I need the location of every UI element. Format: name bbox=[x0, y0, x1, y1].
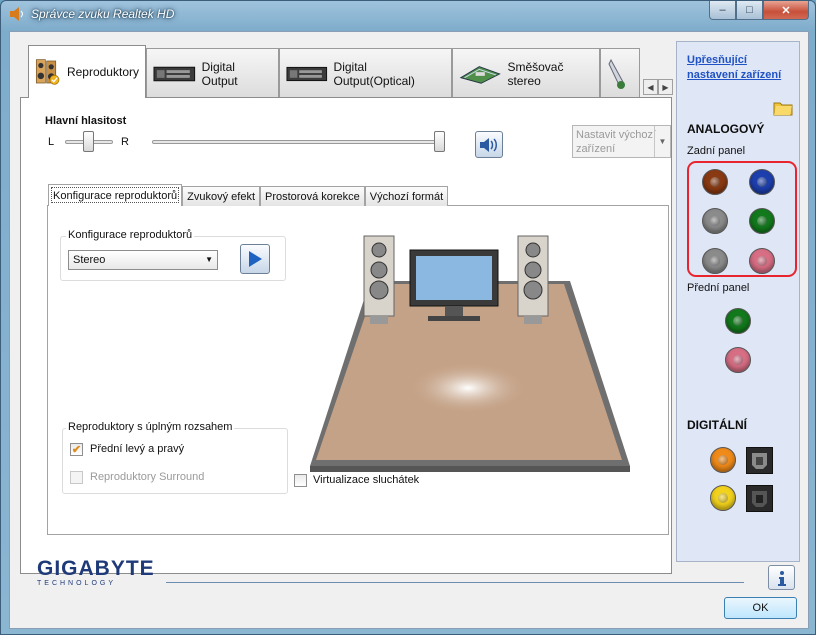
microphone-icon bbox=[608, 58, 625, 89]
set-default-device-dropdown[interactable]: Nastavit výchozí zařízení ▼ bbox=[572, 125, 671, 158]
tab-smesovac-stereo[interactable]: Směšovač stereo bbox=[452, 48, 600, 98]
optical-port-icon-2[interactable] bbox=[746, 485, 773, 512]
gigabyte-logo: GIGABYTE TECHNOLOGY bbox=[37, 557, 155, 588]
surround-label: Reproduktory Surround bbox=[90, 471, 205, 483]
left-speaker-icon bbox=[363, 235, 395, 324]
mute-button[interactable] bbox=[475, 131, 503, 158]
titlebar[interactable]: Správce zvuku Realtek HD – □ ✕ bbox=[1, 1, 815, 27]
rear-jack-orange[interactable] bbox=[702, 169, 728, 195]
tab-reproduktory[interactable]: Reproduktory bbox=[28, 45, 146, 98]
front-left-right-label: Přední levý a pravý bbox=[90, 443, 185, 455]
fullrange-group bbox=[62, 428, 288, 494]
subtab-room-correction[interactable]: Prostorová korekce bbox=[260, 186, 365, 206]
brand-name: GIGABYTE bbox=[37, 557, 155, 580]
ok-button[interactable]: OK bbox=[724, 597, 797, 619]
client-area: Reproduktory Digital Output Digital Outp… bbox=[9, 31, 809, 629]
optical-output-icon bbox=[286, 66, 328, 81]
config-group-label: Konfigurace reproduktorů bbox=[66, 229, 195, 241]
info-button[interactable] bbox=[768, 565, 795, 590]
volume-slider-thumb[interactable] bbox=[434, 131, 445, 152]
minimize-button[interactable]: – bbox=[709, 1, 736, 20]
fullrange-group-label: Reproduktory s úplným rozsahem bbox=[66, 421, 235, 433]
tab-label: Digital Output bbox=[201, 59, 238, 88]
brand-sub: TECHNOLOGY bbox=[37, 580, 117, 587]
advanced-settings-link[interactable]: Upřesňující nastavení zařízení bbox=[687, 53, 797, 83]
play-icon bbox=[249, 251, 262, 267]
optical-port-icon[interactable] bbox=[746, 447, 773, 474]
right-speaker-icon bbox=[517, 235, 549, 324]
connector-panel: Upřesňující nastavení zařízení ANALOGOVÝ… bbox=[676, 41, 800, 562]
close-button[interactable]: ✕ bbox=[763, 1, 809, 20]
subtab-sound-effect[interactable]: Zvukový efekt bbox=[182, 186, 260, 206]
digital-title: DIGITÁLNÍ bbox=[687, 418, 747, 432]
chevron-down-icon: ▼ bbox=[205, 255, 213, 264]
divider bbox=[166, 582, 744, 583]
tab-scroll-right-button[interactable]: ▶ bbox=[658, 79, 673, 95]
speaker-config-panel: Konfigurace reproduktorů Stereo ▼ Reprod… bbox=[47, 205, 669, 535]
headphone-virtualization-label: Virtualizace sluchátek bbox=[313, 474, 420, 486]
window-controls: – □ ✕ bbox=[709, 1, 809, 20]
coaxial-jack-orange[interactable] bbox=[710, 447, 736, 473]
folder-icon[interactable] bbox=[773, 98, 793, 116]
balance-slider-thumb[interactable] bbox=[83, 131, 94, 152]
rear-panel-label: Zadní panel bbox=[687, 145, 746, 157]
settings-subtabs: Konfigurace reproduktorů Zvukový efekt P… bbox=[48, 184, 449, 206]
tab-label: Reproduktory bbox=[66, 65, 139, 79]
speaker-config-select[interactable]: Stereo ▼ bbox=[68, 250, 218, 270]
sound-manager-window: Správce zvuku Realtek HD – □ ✕ Reprodukt… bbox=[0, 0, 816, 635]
tab-label: Digital Output(Optical) bbox=[333, 59, 415, 88]
rear-jack-pink[interactable] bbox=[749, 248, 775, 274]
front-jack-pink[interactable] bbox=[725, 347, 751, 373]
maximize-button[interactable]: □ bbox=[736, 1, 763, 20]
subtab-speaker-config[interactable]: Konfigurace reproduktorů bbox=[48, 184, 183, 206]
balance-right-label: R bbox=[121, 136, 129, 148]
main-panel: Hlavní hlasitost L R Nastavit výchozí za… bbox=[20, 97, 672, 574]
device-tabs: Reproduktory Digital Output Digital Outp… bbox=[28, 45, 640, 98]
surround-checkbox[interactable] bbox=[70, 471, 83, 484]
balance-left-label: L bbox=[48, 136, 55, 148]
digital-output-icon bbox=[153, 66, 196, 81]
speaker-icon bbox=[35, 59, 60, 85]
speaker-config-value: Stereo bbox=[73, 254, 106, 266]
window-title: Správce zvuku Realtek HD bbox=[31, 7, 175, 21]
info-icon bbox=[777, 570, 786, 586]
front-panel-label: Přední panel bbox=[687, 282, 750, 294]
set-default-label: Nastavit výchozí zařízení bbox=[576, 129, 657, 155]
rear-jack-blue[interactable] bbox=[749, 169, 775, 195]
headphone-virtualization-checkbox[interactable] bbox=[294, 474, 307, 487]
tab-partial-next[interactable] bbox=[600, 48, 640, 98]
analog-title: ANALOGOVÝ bbox=[687, 122, 765, 136]
rear-jack-gray-2[interactable] bbox=[702, 248, 728, 274]
tab-digital-output[interactable]: Digital Output bbox=[146, 48, 279, 98]
volume-title: Hlavní hlasitost bbox=[45, 115, 127, 127]
subtab-default-format[interactable]: Výchozí formát bbox=[364, 186, 449, 206]
tab-scroll-left-button[interactable]: ◀ bbox=[643, 79, 658, 95]
speaker-app-icon bbox=[10, 7, 23, 21]
coaxial-jack-yellow[interactable] bbox=[710, 485, 736, 511]
rear-jack-gray[interactable] bbox=[702, 208, 728, 234]
front-left-right-checkbox[interactable]: ✔ bbox=[70, 443, 83, 456]
rear-jack-green[interactable] bbox=[749, 208, 775, 234]
speaker-room-illustration bbox=[310, 235, 630, 472]
tab-digital-output-optical[interactable]: Digital Output(Optical) bbox=[279, 48, 452, 98]
play-test-button[interactable] bbox=[240, 244, 270, 274]
front-jack-green[interactable] bbox=[725, 308, 751, 334]
mixer-icon bbox=[459, 65, 501, 84]
speaker-volume-icon bbox=[480, 137, 497, 152]
volume-slider-track[interactable] bbox=[152, 140, 445, 144]
chevron-down-icon: ▼ bbox=[654, 126, 670, 157]
tab-scroll-buttons: ◀ ▶ bbox=[643, 79, 673, 95]
tab-label: Směšovač stereo bbox=[507, 59, 564, 88]
